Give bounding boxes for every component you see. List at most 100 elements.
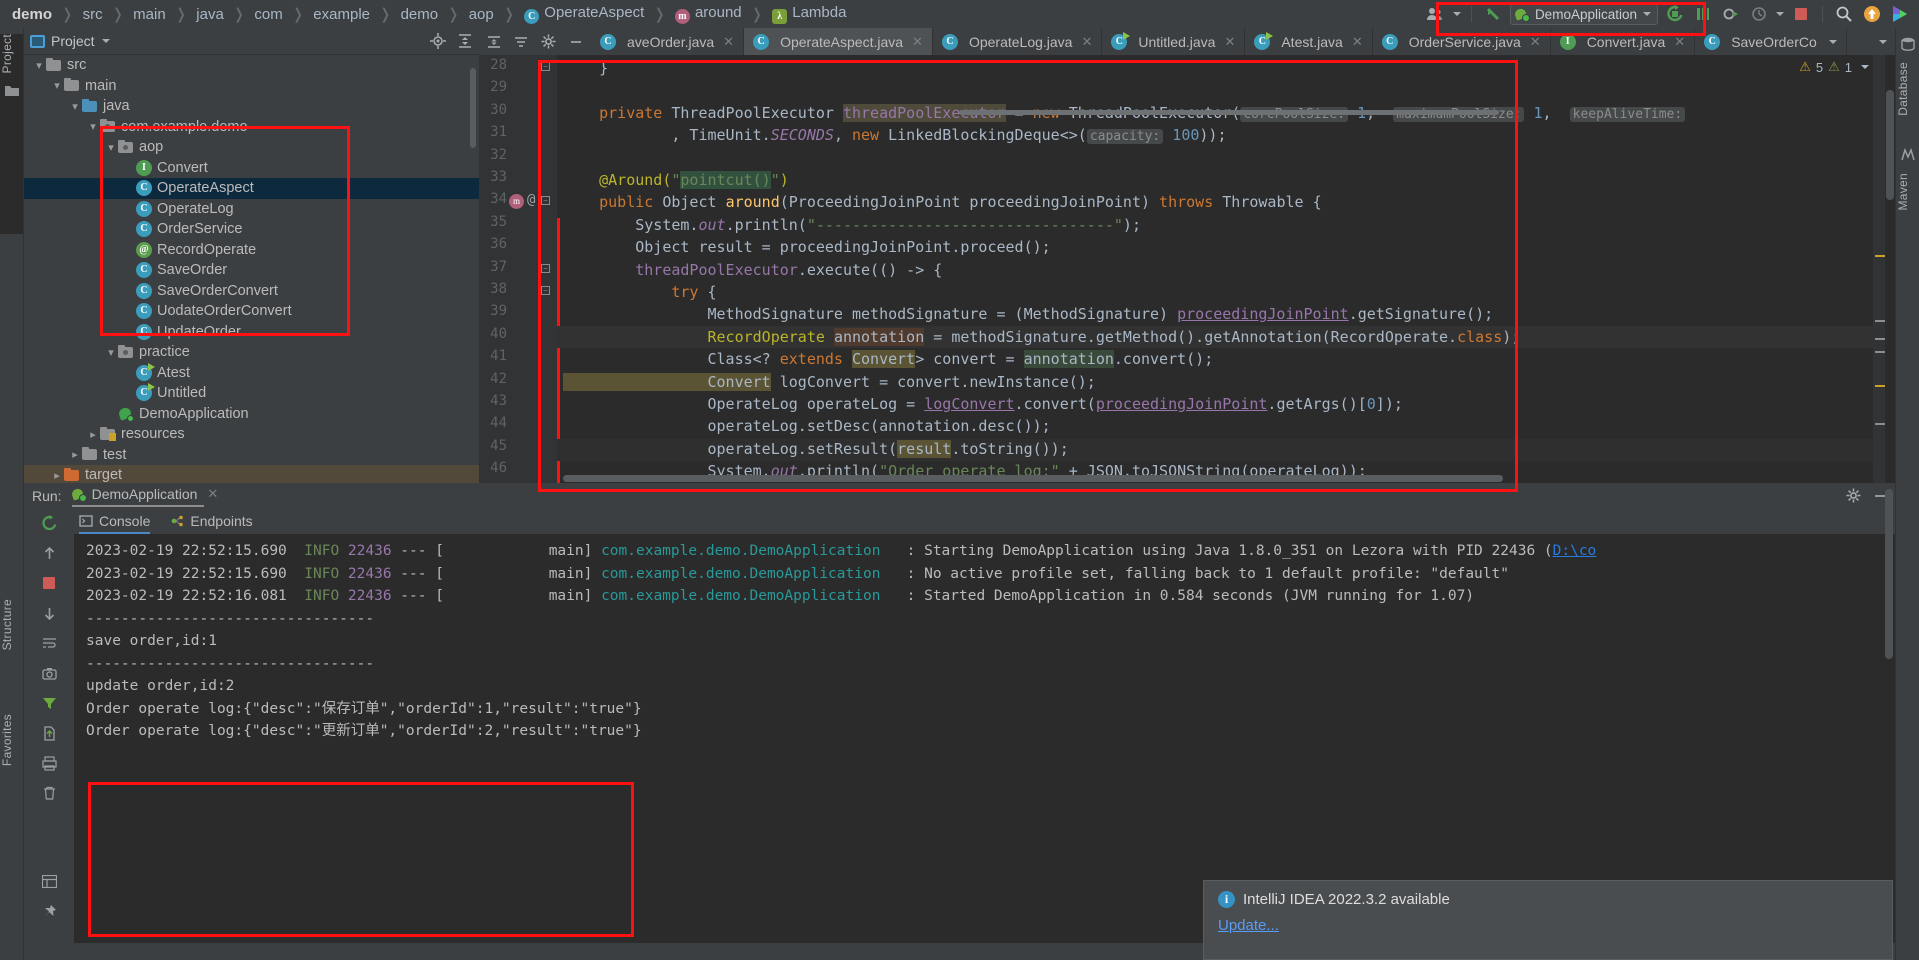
close-icon[interactable]: ✕ xyxy=(1224,34,1235,50)
tree-item-updateorder[interactable]: C UpdateOrder xyxy=(24,322,479,343)
breadcrumb-item-around[interactable]: m around xyxy=(673,4,744,24)
scrollbar-thumb[interactable] xyxy=(1886,90,1894,200)
annotation-gutter-icon[interactable]: @ xyxy=(527,192,535,208)
tree-item-main[interactable]: ▾ main xyxy=(24,76,479,97)
account-icon[interactable] xyxy=(1425,3,1447,25)
tree-item-operateaspect[interactable]: C OperateAspect xyxy=(24,178,479,199)
breadcrumb-item-demo2[interactable]: demo xyxy=(399,6,441,23)
tree-item-practice[interactable]: ▾ practice xyxy=(24,342,479,363)
close-icon[interactable]: ✕ xyxy=(912,34,923,50)
tree-item-src[interactable]: ▾ src xyxy=(24,55,479,76)
pin-icon[interactable] xyxy=(24,896,74,926)
screenshot-icon[interactable] xyxy=(24,658,74,688)
editor-gutter[interactable]: 28 − 29 30 31 32 33 34 − m @35 36 37 − 38 − 39 40 41 42 43 44… xyxy=(479,55,557,483)
breadcrumb-item-src[interactable]: src xyxy=(81,6,105,23)
export-icon[interactable] xyxy=(24,718,74,748)
breadcrumb-item-aop[interactable]: aop xyxy=(467,6,496,23)
editor-horizontal-scroll-top[interactable] xyxy=(959,110,1499,115)
breadcrumb-item-lambda[interactable]: λ Lambda xyxy=(770,4,848,24)
scroll-up-icon[interactable] xyxy=(24,538,74,568)
code-line[interactable]: operateLog.setResult(result.toString()); xyxy=(563,438,1069,460)
tree-expand-arrow-icon[interactable]: ▾ xyxy=(86,120,100,133)
close-icon[interactable]: ✕ xyxy=(1530,34,1541,50)
editor-tab-operateaspect-java[interactable]: C OperateAspect.java ✕ xyxy=(744,28,933,55)
tree-item-java[interactable]: ▾ java xyxy=(24,96,479,117)
filter-icon[interactable] xyxy=(24,688,74,718)
code-fold-icon[interactable]: − xyxy=(541,286,550,295)
project-rail-folder-icon[interactable] xyxy=(0,79,24,103)
project-tree[interactable]: ▾ src ▾ main ▾ java ▾ com.example.demo ▾ aop I Conv… xyxy=(24,55,479,483)
tree-expand-arrow-icon[interactable]: ▾ xyxy=(104,141,118,154)
code-line[interactable]: RecordOperate annotation = methodSignatu… xyxy=(563,326,1520,348)
maven-icon[interactable] xyxy=(1896,143,1919,167)
code-line[interactable]: OperateLog operateLog = logConvert.conve… xyxy=(563,393,1402,415)
breadcrumb-item-java[interactable]: java xyxy=(194,6,226,23)
editor-horizontal-scrollbar[interactable] xyxy=(563,475,1503,482)
gear-icon[interactable] xyxy=(1846,488,1861,503)
code-line[interactable]: System.out.println("--------------------… xyxy=(563,214,1141,236)
database-icon[interactable] xyxy=(1896,32,1919,56)
profile-chevron-down-icon[interactable] xyxy=(1776,12,1784,16)
tree-item-orderservice[interactable]: C OrderService xyxy=(24,219,479,240)
tree-expand-arrow-icon[interactable]: ▸ xyxy=(68,448,82,461)
editor-tab-saveorderco[interactable]: C SaveOrderCo xyxy=(1695,28,1847,55)
breadcrumb-item-com[interactable]: com xyxy=(252,6,284,23)
editor-tab-atest-java[interactable]: C Atest.java ✕ xyxy=(1245,28,1373,55)
profile-icon[interactable] xyxy=(1748,3,1770,25)
code-fold-icon[interactable]: − xyxy=(541,263,550,273)
code-editor[interactable]: 28 − 29 30 31 32 33 34 − m @35 36 37 − 38 − 39 40 41 42 43 44… xyxy=(479,55,1895,483)
close-icon[interactable]: ✕ xyxy=(1081,34,1092,50)
inspection-chevron-up-icon[interactable] xyxy=(1861,65,1869,69)
console-scrollbar[interactable] xyxy=(1885,489,1893,659)
tree-item-untitled[interactable]: C Untitled xyxy=(24,383,479,404)
expand-collapse-icon[interactable] xyxy=(487,35,501,49)
rail-label-favorites[interactable]: Favorites xyxy=(0,714,24,766)
run-configuration-selector[interactable]: DemoApplication xyxy=(1509,3,1658,25)
code-line[interactable]: try { xyxy=(563,281,716,303)
editor-tab-convert-java[interactable]: I Convert.java ✕ xyxy=(1551,28,1696,55)
inspection-status[interactable]: ⚠ 5 ⚠ 1 xyxy=(1799,59,1869,75)
breadcrumb-item-example[interactable]: example xyxy=(311,6,372,23)
editor-tab-orderservice-java[interactable]: C OrderService.java ✕ xyxy=(1373,28,1551,55)
tab-list-chevron-down-icon[interactable] xyxy=(1879,39,1887,44)
code-line[interactable]: operateLog.setDesc(annotation.desc()); xyxy=(563,415,1050,437)
tree-item-demoapplication[interactable]: DemoApplication xyxy=(24,404,479,425)
locate-icon[interactable] xyxy=(430,33,446,49)
tree-expand-arrow-icon[interactable]: ▾ xyxy=(104,346,118,359)
tree-item-recordoperate[interactable]: @ RecordOperate xyxy=(24,240,479,261)
rail-label-database[interactable]: Database xyxy=(1896,62,1919,116)
minimize-icon[interactable] xyxy=(569,35,583,49)
code-line[interactable]: Convert logConvert = convert.newInstance… xyxy=(563,371,1096,393)
tree-expand-arrow-icon[interactable]: ▸ xyxy=(50,469,64,482)
rerun-icon[interactable] xyxy=(1664,3,1686,25)
project-view-chevron-down-icon[interactable] xyxy=(101,39,110,43)
tree-expand-arrow-icon[interactable]: ▸ xyxy=(86,428,100,441)
project-scrollbar[interactable] xyxy=(470,68,476,148)
tree-item-test[interactable]: ▸ test xyxy=(24,445,479,466)
tab-endpoints[interactable]: Endpoints xyxy=(170,508,253,534)
debug-icon[interactable] xyxy=(1720,3,1742,25)
tree-item-com-example-demo[interactable]: ▾ com.example.demo xyxy=(24,117,479,138)
code-fold-icon[interactable]: − xyxy=(541,196,550,206)
ide-features-icon[interactable] xyxy=(1889,3,1911,25)
tree-expand-arrow-icon[interactable]: ▾ xyxy=(68,100,82,113)
tab-console[interactable]: Console xyxy=(79,508,151,534)
editor-tab-untitled-java[interactable]: C Untitled.java ✕ xyxy=(1102,28,1246,55)
code-lines[interactable]: } private ThreadPoolExecutor threadPoolE… xyxy=(557,55,1895,483)
code-line[interactable]: MethodSignature methodSignature = (Metho… xyxy=(563,303,1493,325)
code-line[interactable]: , TimeUnit.SECONDS, new LinkedBlockingDe… xyxy=(563,124,1226,146)
notification-update-link[interactable]: Update... xyxy=(1218,917,1279,934)
tree-item-aop[interactable]: ▾ aop xyxy=(24,137,479,158)
stop-icon[interactable] xyxy=(1790,3,1812,25)
close-icon[interactable]: ✕ xyxy=(1352,34,1363,50)
back-arrow-icon[interactable] xyxy=(1482,3,1504,25)
code-line[interactable]: Object result = proceedingJoinPoint.proc… xyxy=(563,236,1050,258)
code-line[interactable]: threadPoolExecutor.execute(() -> { xyxy=(563,259,942,281)
rerun-icon[interactable] xyxy=(24,508,74,538)
soft-wrap-icon[interactable] xyxy=(24,628,74,658)
rail-label-structure[interactable]: Structure xyxy=(0,599,24,650)
editor-vertical-scrollbar[interactable] xyxy=(1885,55,1895,483)
code-line[interactable]: public Object around(ProceedingJoinPoint… xyxy=(563,191,1322,213)
tree-expand-arrow-icon[interactable]: ▾ xyxy=(32,59,46,72)
tree-item-target[interactable]: ▸ target xyxy=(24,465,479,483)
